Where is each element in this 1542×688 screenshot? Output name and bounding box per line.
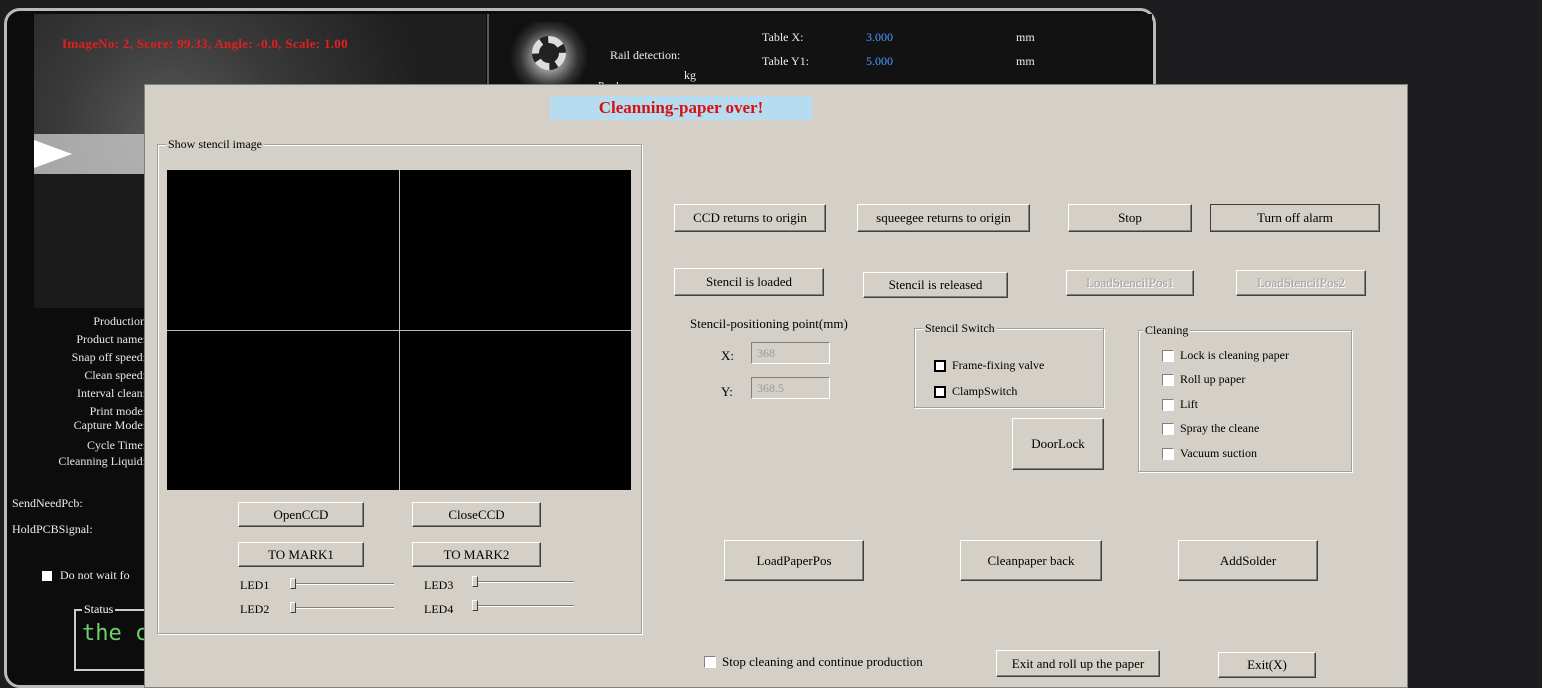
rail-detection-label: Rail detection: (610, 48, 681, 62)
open-ccd-button[interactable]: OpenCCD (238, 502, 364, 527)
cleaning-title: Cleaning (1143, 323, 1191, 337)
exit-roll-up-button[interactable]: Exit and roll up the paper (996, 650, 1160, 677)
frame-fixing-valve-label: Frame-fixing valve (952, 358, 1045, 372)
send-need-pcb-label: SendNeedPcb: (12, 496, 83, 510)
field-label: Interval clean: (77, 386, 146, 400)
stop-button[interactable]: Stop (1068, 204, 1192, 232)
lock-cleaning-paper-checkbox[interactable]: Lock is cleaning paper (1162, 348, 1289, 363)
stencil-group-title: Show stencil image (166, 137, 264, 151)
camera-overlay-text: ImageNo: 2, Score: 99.33, Angle: -0.0, S… (62, 36, 348, 51)
led1-slider[interactable] (290, 578, 394, 590)
field-label: Capture Mode: (73, 418, 146, 432)
ccd-image-view (167, 170, 631, 490)
cleaning-paper-banner: Cleanning-paper over! (550, 96, 812, 120)
cleanpaper-back-button[interactable]: Cleanpaper back (960, 540, 1102, 581)
exit-button[interactable]: Exit(X) (1218, 652, 1316, 678)
y-position-input[interactable]: 368.5 (751, 377, 830, 399)
to-mark1-button[interactable]: TO MARK1 (238, 542, 364, 567)
stop-cleaning-checkbox[interactable]: Stop cleaning and continue production (704, 654, 923, 670)
table-x-label: Table X: (762, 30, 804, 44)
stop-cleaning-label: Stop cleaning and continue production (722, 654, 923, 669)
turn-off-alarm-button[interactable]: Turn off alarm (1210, 204, 1380, 232)
load-stencil-pos2-button[interactable]: LoadStencilPos2 (1236, 270, 1366, 296)
spray-cleaner-checkbox[interactable]: Spray the cleane (1162, 421, 1259, 436)
field-label: Production (93, 314, 146, 328)
camera-fiducial-shape (34, 140, 72, 168)
x-position-input[interactable]: 368 (751, 342, 830, 364)
production-fields: Production Product name: Snap off speed:… (10, 312, 146, 470)
do-not-wait-label: Do not wait fo (60, 568, 130, 582)
table-y1-label: Table Y1: (762, 54, 810, 68)
positioning-point-title: Stencil-positioning point(mm) (690, 316, 848, 331)
frame-fixing-valve-checkbox[interactable]: Frame-fixing valve (934, 358, 1044, 373)
stencil-released-button[interactable]: Stencil is released (863, 272, 1008, 298)
lock-cleaning-paper-label: Lock is cleaning paper (1180, 348, 1289, 362)
vacuum-suction-label: Vacuum suction (1180, 446, 1257, 460)
ccd-origin-button[interactable]: CCD returns to origin (674, 204, 826, 232)
led2-label: LED2 (240, 602, 270, 616)
table-x-value: 3.000 (866, 30, 893, 44)
to-mark2-button[interactable]: TO MARK2 (412, 542, 541, 567)
hold-pcb-signal-label: HoldPCBSignal: (12, 522, 93, 536)
led2-slider[interactable] (290, 602, 394, 614)
field-label: Snap off speed: (71, 350, 146, 364)
status-title: Status (82, 602, 116, 617)
clamp-switch-checkbox[interactable]: ClampSwitch (934, 384, 1017, 399)
load-paper-pos-button[interactable]: LoadPaperPos (724, 540, 864, 581)
table-y1-unit: mm (1016, 54, 1035, 68)
spray-cleaner-label: Spray the cleane (1180, 421, 1260, 435)
roll-up-paper-label: Roll up paper (1180, 372, 1246, 386)
roll-up-paper-checkbox[interactable]: Roll up paper (1162, 372, 1245, 387)
load-stencil-pos1-button[interactable]: LoadStencilPos1 (1066, 270, 1194, 296)
led4-label: LED4 (424, 602, 454, 616)
stencil-loaded-button[interactable]: Stencil is loaded (674, 268, 824, 296)
door-lock-button[interactable]: DoorLock (1012, 418, 1104, 470)
field-label: Cleanning Liquid: (58, 454, 146, 468)
crosshair-horizontal (167, 330, 631, 331)
close-ccd-button[interactable]: CloseCCD (412, 502, 541, 527)
table-x-unit: mm (1016, 30, 1035, 44)
field-label: Clean speed: (84, 368, 146, 382)
field-label: Product name: (76, 332, 146, 346)
stencil-switch-title: Stencil Switch (923, 321, 997, 335)
lift-label: Lift (1180, 397, 1198, 411)
led3-slider[interactable] (472, 576, 574, 588)
lift-checkbox[interactable]: Lift (1162, 397, 1198, 412)
led1-label: LED1 (240, 578, 270, 592)
x-label: X: (721, 348, 734, 363)
y-label: Y: (721, 384, 733, 399)
led4-slider[interactable] (472, 600, 574, 612)
status-text: the c (82, 621, 149, 646)
clamp-switch-label: ClampSwitch (952, 384, 1018, 398)
add-solder-button[interactable]: AddSolder (1178, 540, 1318, 581)
weight-unit-label: kg (684, 68, 696, 82)
do-not-wait-checkbox[interactable]: Do not wait fo (42, 568, 130, 583)
table-y1-value: 5.000 (866, 54, 893, 68)
squeegee-origin-button[interactable]: squeegee returns to origin (857, 204, 1030, 232)
status-group: Status the c (74, 602, 154, 671)
led3-label: LED3 (424, 578, 454, 592)
vacuum-suction-checkbox[interactable]: Vacuum suction (1162, 446, 1257, 461)
produce-logo-icon[interactable] (510, 22, 588, 92)
